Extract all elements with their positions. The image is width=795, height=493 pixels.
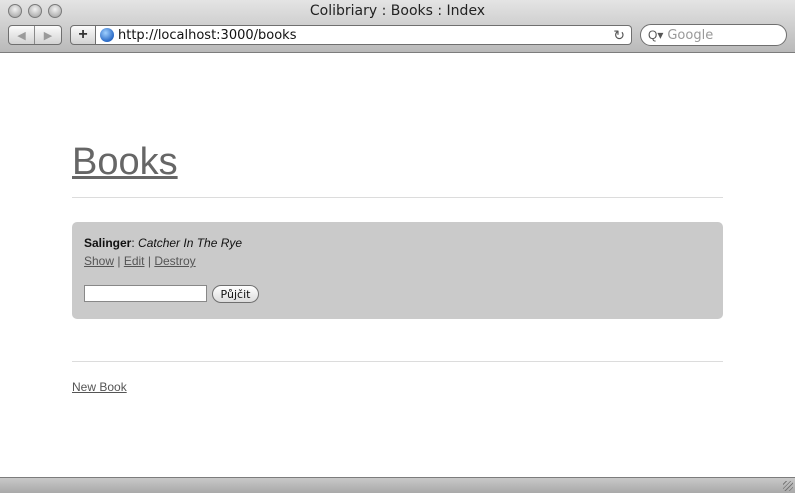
action-divider: | xyxy=(114,254,124,268)
navigation-buttons: ◀ ▶ xyxy=(8,25,62,45)
status-bar xyxy=(0,477,795,493)
browser-toolbar: Colibriary : Books : Index ◀ ▶ + http://… xyxy=(0,0,795,53)
url-text[interactable]: http://localhost:3000/books xyxy=(118,28,296,43)
edit-link[interactable]: Edit xyxy=(124,254,145,268)
add-bookmark-button[interactable]: + xyxy=(70,25,96,45)
book-author: Salinger xyxy=(84,236,132,250)
forward-button[interactable]: ▶ xyxy=(35,26,61,44)
book-item: Salinger: Catcher In The Rye Show | Edit… xyxy=(72,222,723,319)
destroy-link[interactable]: Destroy xyxy=(154,254,195,268)
action-divider: | xyxy=(144,254,155,268)
book-actions: Show | Edit | Destroy xyxy=(84,254,196,268)
reload-icon[interactable]: ↻ xyxy=(613,27,625,44)
book-name: Catcher In The Rye xyxy=(138,236,243,250)
search-input[interactable]: Q▾ Google xyxy=(640,24,787,46)
page-title[interactable]: Books xyxy=(72,140,178,184)
borrow-button[interactable]: Půjčit xyxy=(212,285,259,303)
back-button[interactable]: ◀ xyxy=(9,26,36,44)
globe-icon xyxy=(100,28,114,42)
show-link[interactable]: Show xyxy=(84,254,114,268)
address-bar[interactable]: http://localhost:3000/books ↻ xyxy=(96,25,632,45)
search-placeholder: Google xyxy=(667,27,714,43)
window-title: Colibriary : Books : Index xyxy=(309,3,486,19)
book-info: Salinger: Catcher In The Rye xyxy=(84,236,242,250)
search-icon[interactable]: Q▾ xyxy=(648,28,663,42)
borrower-input[interactable] xyxy=(84,285,207,302)
divider xyxy=(72,197,723,198)
new-book-link[interactable]: New Book xyxy=(72,380,127,394)
resize-grip-icon[interactable] xyxy=(783,481,793,491)
divider xyxy=(72,361,723,362)
